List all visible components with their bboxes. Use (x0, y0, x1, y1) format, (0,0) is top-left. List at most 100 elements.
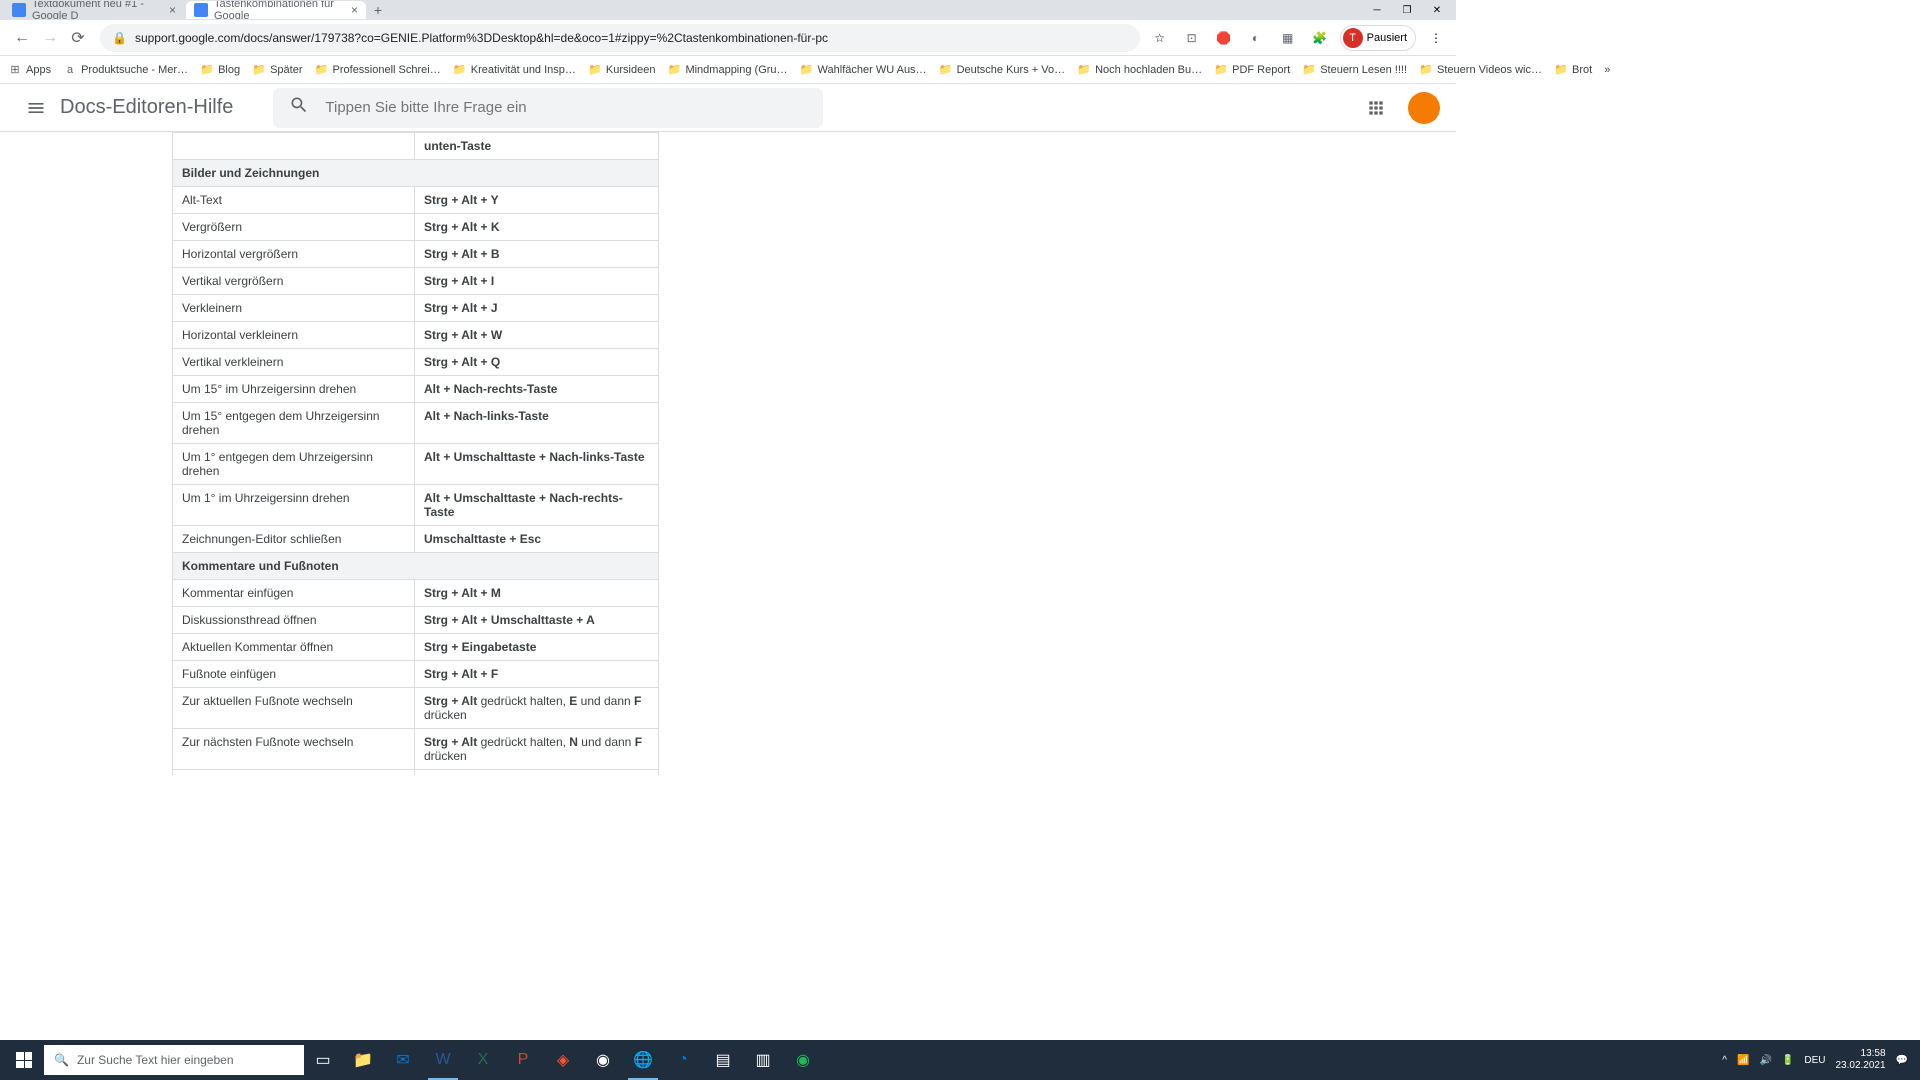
address-bar[interactable]: 🔒 support.google.com/docs/answer/179738?… (100, 24, 1140, 52)
taskbar-search[interactable]: 🔍 Zur Suche Text hier eingeben (44, 1045, 304, 1075)
bookmark-item[interactable]: 📁Brot (1554, 63, 1592, 77)
close-icon[interactable]: × (351, 3, 358, 17)
battery-icon[interactable]: 🔋 (1782, 1055, 1794, 1066)
volume-icon[interactable]: 🔊 (1759, 1055, 1771, 1066)
powerpoint-icon[interactable]: P (504, 1040, 542, 1080)
minimize-button[interactable]: ─ (1362, 1, 1392, 19)
section-header: Bilder und Zeichnungen (173, 160, 659, 187)
ext-icon-3[interactable]: ◐ (1244, 26, 1268, 50)
bookmark-item[interactable]: 📁Mindmapping (Gru… (667, 63, 787, 77)
app-header: Docs-Editoren-Hilfe (0, 84, 1456, 132)
search-input[interactable] (325, 99, 807, 116)
taskbar-date: 23.02.2021 (1835, 1060, 1885, 1072)
task-view-icon[interactable]: ▭ (304, 1040, 342, 1080)
avatar[interactable] (1408, 92, 1440, 124)
tab-1[interactable]: Tastenkombinationen für Google × (186, 1, 366, 19)
table-row: Alt-TextStrg + Alt + Y (173, 187, 659, 214)
close-button[interactable]: ✕ (1422, 1, 1452, 19)
bookmark-item[interactable]: 📁Noch hochladen Bu… (1077, 63, 1202, 77)
table-row: Fußnote einfügenStrg + Alt + F (173, 661, 659, 688)
ext-icon-4[interactable]: ▦ (1276, 26, 1300, 50)
bookmark-label: Produktsuche - Mer… (81, 64, 188, 76)
app-icon-1[interactable]: ▤ (704, 1040, 742, 1080)
bookmark-label: Brot (1572, 64, 1592, 76)
action-cell: Zur vorherigen Fußnote wechseln (173, 770, 415, 776)
shortcut-cell: Alt + Umschalttaste + Nach-rechts-Taste (415, 485, 659, 526)
extensions-puzzle-icon[interactable]: 🧩 (1308, 26, 1332, 50)
bookmark-item[interactable]: 📁Später (252, 63, 302, 77)
bookmark-item[interactable]: 📁PDF Report (1214, 63, 1290, 77)
action-cell: Kommentar einfügen (173, 580, 415, 607)
bookmark-item[interactable]: 📁Professionell Schrei… (315, 63, 441, 77)
lock-icon: 🔒 (112, 31, 127, 45)
folder-icon: 📁 (1077, 63, 1091, 77)
bookmark-item[interactable]: 📁Deutsche Kurs + Vo… (939, 63, 1066, 77)
new-tab-button[interactable]: + (368, 1, 388, 19)
obs-icon[interactable]: ◉ (584, 1040, 622, 1080)
back-button[interactable]: ← (8, 24, 36, 52)
bookmark-label: Deutsche Kurs + Vo… (957, 64, 1066, 76)
star-icon[interactable]: ☆ (1148, 26, 1172, 50)
bookmark-item[interactable]: 📁Steuern Videos wic… (1419, 63, 1542, 77)
shortcut-cell: Strg + Alt + J (415, 295, 659, 322)
spotify-icon[interactable]: ◉ (784, 1040, 822, 1080)
table-row: Zeichnungen-Editor schließenUmschalttast… (173, 526, 659, 553)
folder-icon: 📁 (315, 63, 329, 77)
table-row: Vertikal vergrößernStrg + Alt + I (173, 268, 659, 295)
notifications-icon[interactable]: 💬 (1896, 1055, 1908, 1066)
ext-icon-2[interactable]: 🛑 (1212, 26, 1236, 50)
excel-icon[interactable]: X (464, 1040, 502, 1080)
bookmark-item[interactable]: ⊞Apps (8, 63, 51, 77)
shortcut-cell: Strg + Alt + B (415, 241, 659, 268)
close-icon[interactable]: × (169, 3, 176, 17)
wifi-icon[interactable]: 📶 (1737, 1055, 1749, 1066)
language[interactable]: DEU (1804, 1055, 1825, 1066)
url-text: support.google.com/docs/answer/179738?co… (135, 31, 828, 45)
start-button[interactable] (4, 1040, 44, 1080)
tab-label: Textdokument neu #1 - Google D (32, 1, 161, 19)
tray-chevron-icon[interactable]: ^ (1722, 1055, 1727, 1066)
action-cell: Horizontal vergrößern (173, 241, 415, 268)
apps-grid-icon[interactable] (1356, 88, 1396, 128)
app-icon-2[interactable]: ▥ (744, 1040, 782, 1080)
content-inner: unten-TasteBilder und ZeichnungenAlt-Tex… (98, 132, 758, 775)
search-box[interactable] (273, 88, 823, 128)
content-area[interactable]: unten-TasteBilder und ZeichnungenAlt-Tex… (0, 132, 1456, 775)
maximize-button[interactable]: ❐ (1392, 1, 1422, 19)
bookmark-item[interactable]: 📁Blog (200, 63, 240, 77)
taskbar-icons: ▭ 📁 ✉ W X P ◈ ◉ 🌐 ◔ ▤ ▥ ◉ (304, 1040, 822, 1080)
action-cell: Zeichnungen-Editor schließen (173, 526, 415, 553)
bookmark-item[interactable]: 📁Steuern Lesen !!!! (1302, 63, 1407, 77)
action-cell: Vertikal verkleinern (173, 349, 415, 376)
bookmark-item[interactable]: 📁Kursideen (588, 63, 656, 77)
extensions-area: ☆ ⊡ 🛑 ◐ ▦ 🧩 T Pausiert ⋮ (1148, 25, 1448, 51)
bookmarks-overflow[interactable]: » (1604, 64, 1610, 76)
app-title: Docs-Editoren-Hilfe (60, 96, 233, 119)
tab-0[interactable]: Textdokument neu #1 - Google D × (4, 1, 184, 19)
table-row: Horizontal vergrößernStrg + Alt + B (173, 241, 659, 268)
bookmarks-bar: ⊞Apps a Produktsuche - Mer… 📁Blog 📁Später 📁Pr… (0, 56, 1456, 84)
shortcut-cell: Strg + Alt + W (415, 322, 659, 349)
mail-icon[interactable]: ✉ (384, 1040, 422, 1080)
shortcut-cell: Strg + Alt + K (415, 214, 659, 241)
bookmark-item[interactable]: 📁Kreativität und Insp… (453, 63, 576, 77)
word-icon[interactable]: W (424, 1040, 462, 1080)
edge-icon[interactable]: ◔ (664, 1040, 702, 1080)
hamburger-icon[interactable] (16, 88, 56, 128)
ext-icon-1[interactable]: ⊡ (1180, 26, 1204, 50)
brave-icon[interactable]: ◈ (544, 1040, 582, 1080)
taskbar-datetime[interactable]: 13:58 23.02.2021 (1835, 1048, 1885, 1072)
chrome-icon[interactable]: 🌐 (624, 1040, 662, 1080)
action-cell: Diskussionsthread öffnen (173, 607, 415, 634)
bookmark-item[interactable]: a Produktsuche - Mer… (63, 63, 188, 77)
window-controls: ─ ❐ ✕ (1362, 1, 1452, 19)
amazon-icon: a (63, 63, 77, 77)
explorer-icon[interactable]: 📁 (344, 1040, 382, 1080)
forward-button[interactable]: → (36, 24, 64, 52)
profile-badge[interactable]: T Pausiert (1340, 25, 1416, 51)
bookmark-item[interactable]: 📁Wahlfächer WU Aus… (800, 63, 927, 77)
menu-icon[interactable]: ⋮ (1424, 26, 1448, 50)
reload-button[interactable]: ⟳ (64, 24, 92, 52)
folder-icon: 📁 (200, 63, 214, 77)
address-bar-row: ← → ⟳ 🔒 support.google.com/docs/answer/1… (0, 20, 1456, 56)
